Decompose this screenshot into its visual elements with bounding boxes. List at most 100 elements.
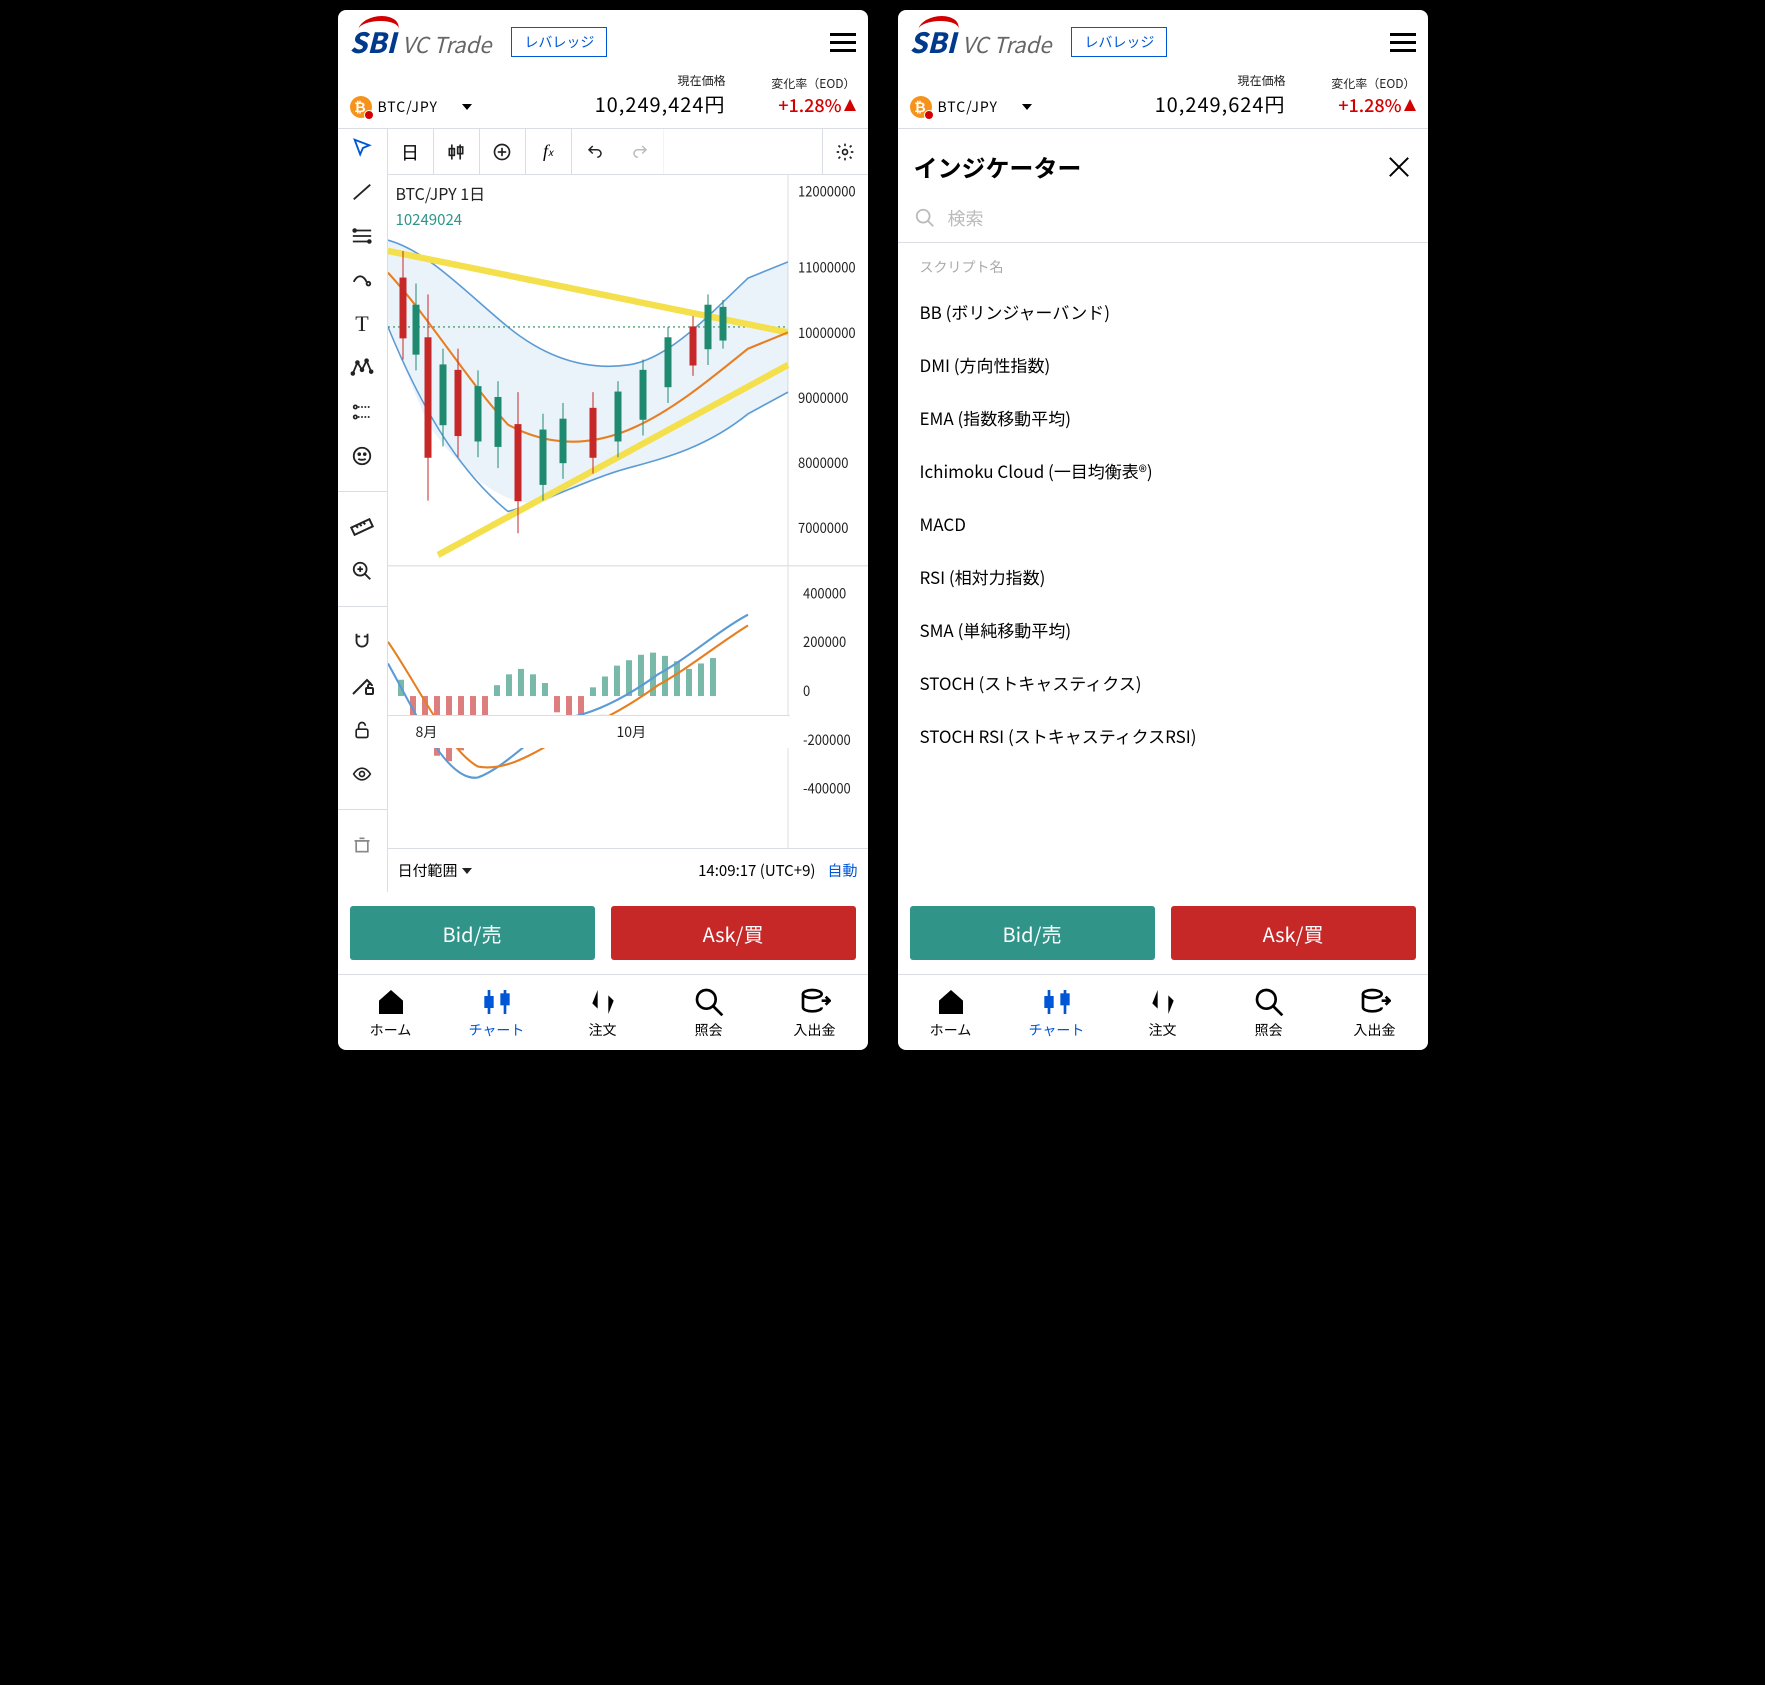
svg-text:0: 0 [803,679,810,700]
chart-header: BTC/JPY 1日 10249024 [396,181,486,230]
tab-order[interactable]: 注文 [550,975,656,1050]
indicator-item[interactable]: DMI (方向性指数) [898,338,1428,391]
svg-text:11000000: 11000000 [798,256,856,277]
indicator-title: インジケーター [914,149,1082,184]
change-value: +1.28% [778,92,841,118]
brush-tool[interactable] [347,267,377,293]
close-icon[interactable] [1386,154,1412,180]
menu-icon[interactable] [830,33,856,52]
change-label: 変化率（EOD） [1296,75,1416,92]
change-block: 変化率（EOD） +1.28% [736,75,856,118]
tab-deposit[interactable]: 入出金 [1322,975,1428,1050]
ask-button[interactable]: Ask/買 [611,906,856,960]
auto-scale-button[interactable]: 自動 [827,860,857,881]
tab-home[interactable]: ホーム [898,975,1004,1050]
date-range-dropdown[interactable]: 日付範囲 [398,860,472,881]
app-header: SBI VC Trade レバレッジ [898,10,1428,68]
ruler-tool[interactable] [347,514,377,540]
tab-chart[interactable]: チャート [1004,975,1110,1050]
chart-last-price: 10249024 [396,209,486,230]
chart-symbol: BTC/JPY 1日 [396,181,486,205]
projection-tool[interactable] [347,399,377,425]
brand-logo: SBI VC Trade [350,22,492,62]
tab-chart[interactable]: チャート [444,975,550,1050]
indicator-search[interactable] [898,194,1428,243]
leverage-button[interactable]: レバレッジ [1071,27,1167,57]
timeframe-button[interactable]: 日 [388,129,434,174]
pair-selector[interactable]: ₿ BTC/JPY [350,96,473,118]
bid-ask-bar: Bid/売 Ask/買 [338,892,868,974]
screen-chart: SBI VC Trade レバレッジ ₿ BTC/JPY 現在価格 10,249… [338,10,868,1050]
menu-icon[interactable] [1390,33,1416,52]
indicator-item[interactable]: SMA (単純移動平均) [898,603,1428,656]
trendline-tool[interactable] [347,179,377,205]
tab-inquiry[interactable]: 照会 [656,975,762,1050]
svg-text:9000000: 9000000 [798,386,848,407]
indicator-item[interactable]: STOCH (ストキャスティクス) [898,656,1428,709]
indicator-panel-header: インジケーター [898,129,1428,194]
indicator-item[interactable]: MACD [898,497,1428,550]
screen-indicators: SBI VC Trade レバレッジ ₿ BTC/JPY 現在価格 10,249… [898,10,1428,1050]
zoom-in-tool[interactable] [347,558,377,584]
pair-label: BTC/JPY [938,97,999,117]
bid-ask-bar: Bid/売 Ask/買 [898,892,1428,974]
text-tool[interactable]: T [347,311,377,337]
brand-sub: VC Trade [402,28,491,60]
indicator-list: BB (ボリンジャーバンド) DMI (方向性指数) EMA (指数移動平均) … [898,285,1428,762]
change-label: 変化率（EOD） [736,75,856,92]
brand-name: SBI [910,22,956,62]
brand-sub: VC Trade [962,28,1051,60]
pair-selector[interactable]: ₿ BTC/JPY [910,96,1033,118]
arrow-up-icon [844,99,856,111]
tab-order[interactable]: 注文 [1110,975,1216,1050]
indicator-item[interactable]: BB (ボリンジャーバンド) [898,285,1428,338]
pattern-tool[interactable] [347,355,377,381]
ask-button[interactable]: Ask/買 [1171,906,1416,960]
bitcoin-icon: ₿ [910,96,932,118]
candle-style-button[interactable] [434,129,480,174]
indicator-item[interactable]: Ichimoku Cloud (一目均衡表®) [898,444,1428,497]
fx-button[interactable]: fx [526,129,572,174]
indicator-item[interactable]: RSI (相対力指数) [898,550,1428,603]
undo-button[interactable] [572,129,618,174]
tab-home[interactable]: ホーム [338,975,444,1050]
brand-name: SBI [350,22,396,62]
bid-button[interactable]: Bid/売 [910,906,1155,960]
emoji-tool[interactable] [347,443,377,469]
svg-text:12000000: 12000000 [798,180,856,201]
drawing-toolbar: T [338,129,388,892]
chevron-down-icon [462,104,472,110]
indicator-item[interactable]: EMA (指数移動平均) [898,391,1428,444]
svg-text:400000: 400000 [803,582,846,603]
arrow-up-icon [1404,99,1416,111]
search-input[interactable] [946,204,1412,232]
change-value: +1.28% [1338,92,1401,118]
trash-tool[interactable] [347,832,377,858]
bid-button[interactable]: Bid/売 [350,906,595,960]
redo-button[interactable] [618,129,664,174]
visibility-tool[interactable] [347,761,377,787]
tab-deposit[interactable]: 入出金 [762,975,868,1050]
price-label: 現在価格 [595,72,726,89]
price-value: 10,249,624円 [1155,89,1286,118]
fib-tool[interactable] [347,223,377,249]
unlock-tool[interactable] [347,717,377,743]
magnet-tool[interactable] [347,629,377,655]
lock-drawing-tool[interactable] [347,673,377,699]
script-name-label: スクリプト名 [898,243,1428,285]
month-tick: 10月 [589,722,790,742]
cursor-tool[interactable] [347,135,377,161]
indicator-item[interactable]: STOCH RSI (ストキャスティクスRSI) [898,709,1428,762]
svg-text:-400000: -400000 [803,777,851,798]
svg-text:-200000: -200000 [803,728,851,749]
brand-logo: SBI VC Trade [910,22,1052,62]
tab-inquiry[interactable]: 照会 [1216,975,1322,1050]
chart-settings-button[interactable] [822,129,868,174]
app-header: SBI VC Trade レバレッジ [338,10,868,68]
price-value: 10,249,424円 [595,89,726,118]
leverage-button[interactable]: レバレッジ [511,27,607,57]
chart-canvas[interactable]: 12000000 11000000 10000000 9000000 80000… [388,175,868,848]
current-price-block: 現在価格 10,249,624円 [1155,72,1286,118]
add-indicator-button[interactable] [480,129,526,174]
current-price-block: 現在価格 10,249,424円 [595,72,726,118]
